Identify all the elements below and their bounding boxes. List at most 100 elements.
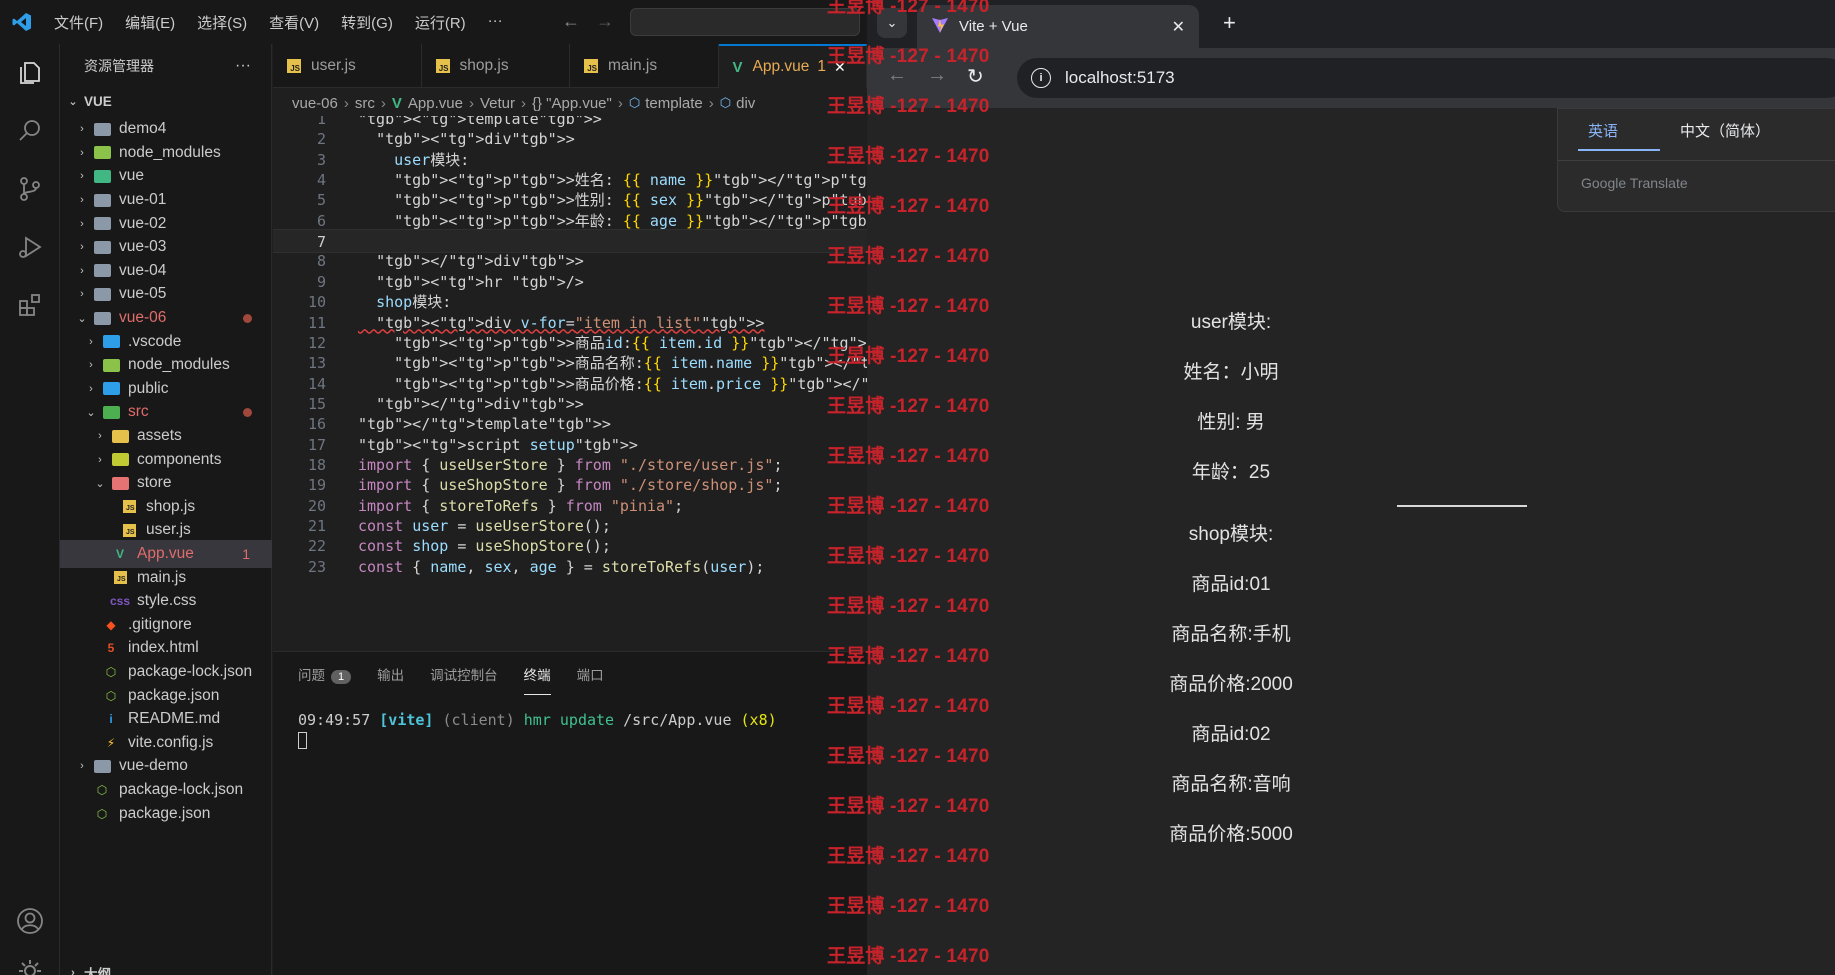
breadcrumb-item[interactable]: Vetur xyxy=(480,95,515,112)
js-file-icon: JS xyxy=(120,499,138,515)
watermark-text: 王昱博 -127 - 1470 xyxy=(827,896,990,917)
node-file-icon: ⬡ xyxy=(96,806,108,821)
settings-gear-icon[interactable] xyxy=(13,954,47,975)
editor-tab-label: App.vue xyxy=(752,58,810,75)
watermark-text: 王昱博 -127 - 1470 xyxy=(827,196,990,217)
menu-item[interactable]: 运行(R) xyxy=(415,12,466,33)
watermark-text: 王昱博 -127 - 1470 xyxy=(827,546,990,567)
back-arrow-icon[interactable]: ← xyxy=(562,11,580,32)
new-tab-icon[interactable]: + xyxy=(1223,10,1236,36)
breadcrumb: vue-06 › src › V App.vue › Vetur › {} "App.vue" › ⬡… xyxy=(273,88,867,118)
command-center-search[interactable] xyxy=(630,8,860,36)
tree-item-label: package-lock.json xyxy=(119,781,244,799)
menu-item[interactable]: 转到(G) xyxy=(341,12,393,33)
editor-tab[interactable]: JS user.js xyxy=(273,44,422,88)
chevron-down-icon: ⌄ xyxy=(77,312,87,325)
tree-item-label: user.js xyxy=(146,521,191,539)
tree-item-label: src xyxy=(128,403,149,421)
chevron-down-icon: ⌄ xyxy=(68,96,78,109)
menu-item[interactable]: 文件(F) xyxy=(54,12,103,33)
menu-item[interactable]: 编辑(E) xyxy=(125,12,175,33)
code-text: shop模块: xyxy=(376,293,452,312)
tree-item-label: vue-04 xyxy=(119,261,167,279)
css-file-icon: css xyxy=(109,594,131,609)
folder-icon xyxy=(93,758,111,774)
breadcrumb-separator-icon: › xyxy=(617,94,623,112)
panel-tab[interactable]: 输出 xyxy=(377,664,404,684)
breadcrumb-item[interactable]: div xyxy=(736,95,755,112)
code-text: user模块: xyxy=(394,150,470,169)
search-icon[interactable] xyxy=(13,114,47,148)
chevron-right-icon: › xyxy=(98,453,102,466)
code-text: "tgb"></"tg">div"tgb">> xyxy=(376,394,584,413)
watermark-text: 王昱博 -127 - 1470 xyxy=(827,696,990,717)
watermark-text: 王昱博 -127 - 1470 xyxy=(827,446,990,467)
watermark-text: 王昱博 -127 - 1470 xyxy=(827,846,990,867)
editor-tab[interactable]: JS main.js xyxy=(570,44,719,88)
code-text: "tgb"><"tg">script setup"tgb">> xyxy=(358,435,638,454)
site-info-icon[interactable]: i xyxy=(1031,68,1051,88)
address-bar[interactable]: i localhost:5173 xyxy=(1017,58,1835,98)
breadcrumb-separator-icon: › xyxy=(343,94,349,112)
extensions-icon[interactable] xyxy=(13,288,47,322)
code-editor[interactable]: 1 "tgb"><"tg">template"tgb">> 2 "tgb"><"tg… xyxy=(273,116,867,651)
tree-item-label: vue xyxy=(119,167,144,185)
symbol-icon: ⬡ xyxy=(719,95,732,110)
chevron-right-icon: › xyxy=(80,170,84,183)
breadcrumb-item[interactable]: src xyxy=(355,95,375,112)
explorer-icon[interactable] xyxy=(13,56,47,90)
vscode-logo-icon xyxy=(0,0,44,44)
code-text: "tgb"><"tg">template"tgb">> xyxy=(358,116,602,128)
breadcrumb-item[interactable]: App.vue xyxy=(408,95,463,112)
editor-tab[interactable]: JS shop.js xyxy=(422,44,570,88)
code-text: import { useUserStore } from "./store/us… xyxy=(358,455,783,474)
watermark-text: 王昱博 -127 - 1470 xyxy=(827,396,990,417)
watermark-text: 王昱博 -127 - 1470 xyxy=(827,646,990,667)
menu-item[interactable]: 选择(S) xyxy=(197,12,247,33)
code-text: "tgb"><"tg">p"tgb">>商品价格:{{ item.price }… xyxy=(394,374,867,393)
tree-item-label: demo4 xyxy=(119,120,167,138)
chevron-right-icon: › xyxy=(80,123,84,136)
code-line: 23 const { name, sex, age } = storeToRefs… xyxy=(273,555,867,579)
panel-tab[interactable]: 终端 xyxy=(523,664,551,695)
browser-toolbar: ← → ↻ i localhost:5173 xyxy=(867,48,1835,108)
tree-item-label: public xyxy=(128,379,169,397)
terminal-output[interactable]: 09:49:57 [vite] (client) hmr update /src… xyxy=(273,696,867,750)
run-debug-icon[interactable] xyxy=(13,230,47,264)
menu-item[interactable]: ··· xyxy=(488,12,503,33)
close-tab-icon[interactable]: ✕ xyxy=(1172,17,1185,37)
breadcrumb-item[interactable]: vue-06 xyxy=(292,95,338,112)
explorer-more-button[interactable]: ··· xyxy=(235,57,251,75)
vue-file-icon: V xyxy=(391,94,402,112)
code-text: const shop = useShopStore(); xyxy=(358,537,611,556)
tree-item-label: store xyxy=(137,474,172,492)
panel-tab[interactable]: 调试控制台 xyxy=(430,664,498,684)
outline-section[interactable]: › 大纲 xyxy=(60,959,272,975)
breadcrumb-item[interactable]: template xyxy=(645,95,703,112)
public-folder-icon xyxy=(102,381,120,397)
panel-tab[interactable]: 端口 xyxy=(577,664,604,684)
tree-item-label: components xyxy=(137,450,222,468)
watermark-text: 王昱博 -127 - 1470 xyxy=(827,346,990,367)
tree-item-label: vue-05 xyxy=(119,285,167,303)
translate-tab-chinese[interactable]: 中文（简体） xyxy=(1680,120,1770,141)
forward-arrow-icon[interactable]: → xyxy=(596,11,614,32)
translate-tab-english[interactable]: 英语 xyxy=(1588,120,1618,141)
code-text: "tgb"></"tg">template"tgb">> xyxy=(358,415,611,434)
source-control-icon[interactable] xyxy=(13,172,47,206)
terminal-message: hmr update xyxy=(523,711,615,729)
more-vert-icon[interactable]: ⋮ xyxy=(1829,117,1835,138)
workspace-root[interactable]: ⌄ VUE xyxy=(60,88,272,116)
js-file-icon: JS xyxy=(287,59,301,73)
code-text: const { name, sex, age } = storeToRefs(u… xyxy=(358,557,765,576)
js-file-icon: JS xyxy=(120,522,138,538)
breadcrumb-item[interactable]: {} "App.vue" xyxy=(532,95,612,112)
chevron-right-icon: › xyxy=(89,359,93,372)
code-text: const user = useUserStore(); xyxy=(358,517,611,535)
breadcrumb-separator-icon: › xyxy=(708,94,714,112)
vue-file-icon: V xyxy=(732,58,743,76)
menu-item[interactable]: 查看(V) xyxy=(269,12,319,33)
panel-tab[interactable]: 问题 1 xyxy=(298,664,352,684)
account-icon[interactable] xyxy=(13,904,47,938)
tree-item[interactable]: ⬡ package.json xyxy=(60,800,272,828)
